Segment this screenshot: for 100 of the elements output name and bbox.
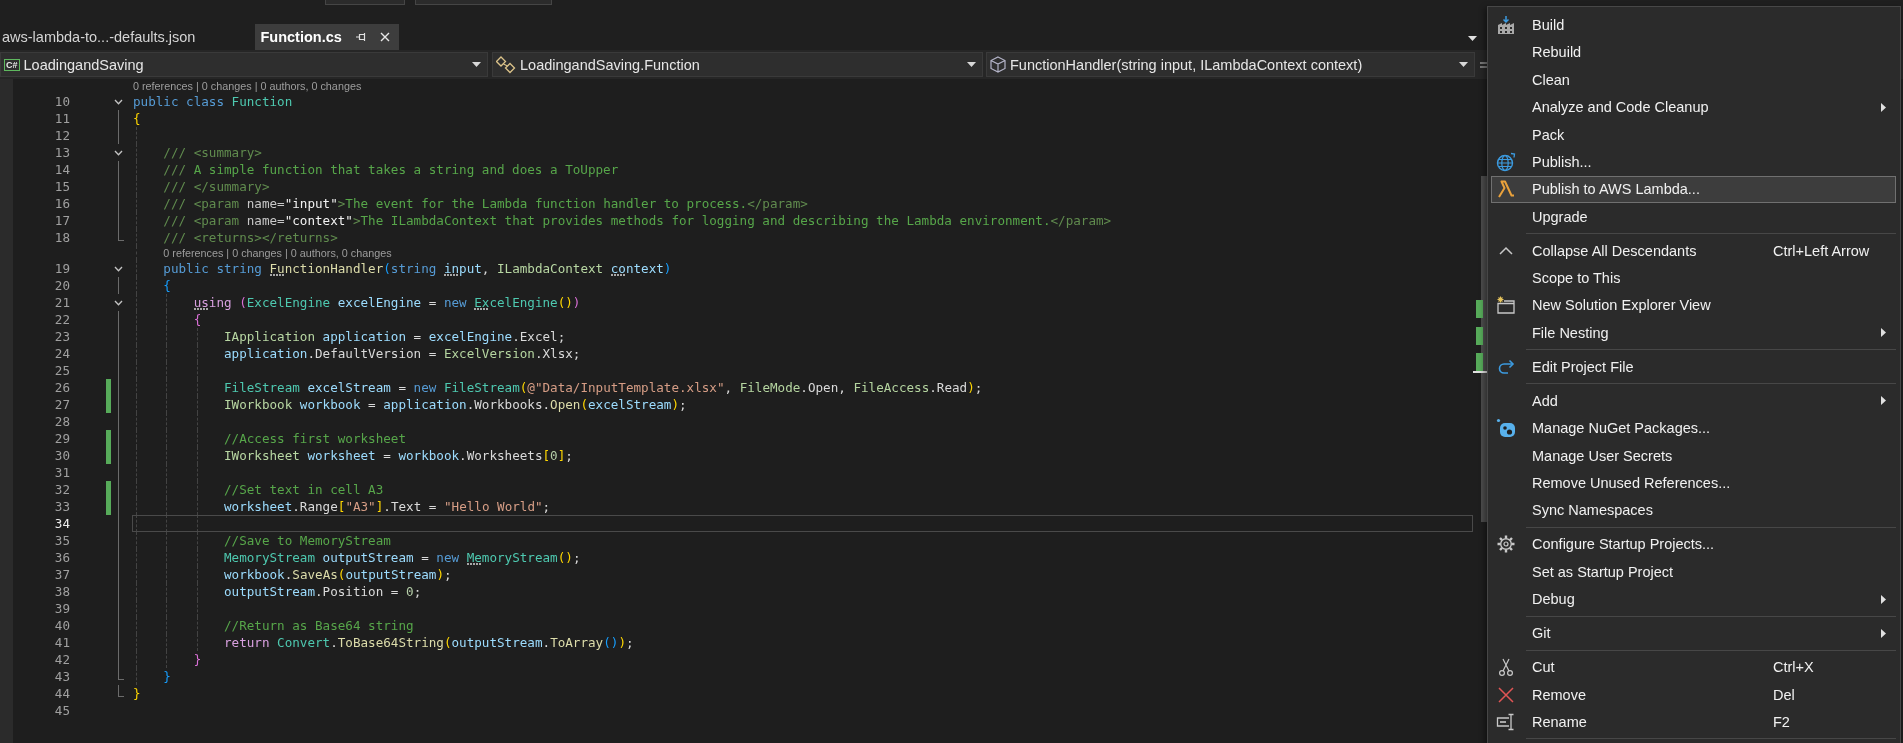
- factory-arrow-icon: [1496, 15, 1516, 35]
- line-number: 16: [54, 195, 70, 212]
- shortcut-text: Del: [1773, 686, 1795, 703]
- code-line: MemoryStream outputStream = new MemoryStream();: [224, 549, 581, 566]
- globe-icon: [1496, 151, 1516, 172]
- cube-icon: [990, 56, 1006, 73]
- codelens-info: 0 references | 0 changes | 0 authors, 0 changes: [133, 79, 362, 93]
- fold-end-line: [118, 685, 124, 697]
- code-line: /// A simple function that takes a string and does a ToUpper: [163, 161, 619, 178]
- menu-item[interactable]: Pack: [1491, 120, 1896, 149]
- fold-guide-line: [118, 277, 119, 294]
- menu-item[interactable]: Collapse All Descendants Ctrl+Left Arrow: [1491, 237, 1896, 265]
- window-sparkle-icon: [1496, 295, 1516, 316]
- menu-item[interactable]: Publish to AWS Lambda...: [1491, 175, 1896, 204]
- menu-item[interactable]: Remove Del: [1491, 680, 1896, 709]
- pin-icon[interactable]: [355, 32, 367, 42]
- project-dropdown[interactable]: C# LoadingandSaving: [0, 52, 488, 77]
- line-number: 20: [54, 277, 70, 294]
- line-number: 42: [54, 651, 70, 668]
- code-line: }: [193, 651, 202, 668]
- gear-icon: [1496, 534, 1516, 555]
- menu-item[interactable]: Build: [1491, 11, 1896, 39]
- line-number: 15: [54, 178, 70, 195]
- text-field-cursor-icon: [1496, 711, 1516, 732]
- menu-item[interactable]: Analyze and Code Cleanup: [1491, 93, 1896, 121]
- line-number: 10: [54, 93, 70, 110]
- fold-end-line: [118, 668, 124, 680]
- class-dropdown[interactable]: LoadingandSaving.Function: [492, 52, 983, 77]
- member-dropdown[interactable]: FunctionHandler(string input, ILambdaContext context): [986, 52, 1475, 77]
- menu-item[interactable]: Add: [1491, 387, 1896, 415]
- caret-down-icon: [967, 62, 976, 67]
- caret-down-icon: [472, 62, 481, 67]
- line-number: 33: [54, 498, 70, 515]
- code-line: /// </summary>: [163, 178, 270, 195]
- code-line: }: [133, 685, 141, 702]
- menu-item[interactable]: Set as Startup Project: [1491, 558, 1896, 586]
- shortcut-text: Ctrl+Left Arrow: [1773, 242, 1870, 259]
- line-number: 30: [54, 447, 70, 464]
- chevron-down-icon[interactable]: [114, 149, 123, 156]
- menu-item[interactable]: Manage User Secrets: [1491, 441, 1896, 470]
- chevron-down-icon[interactable]: [114, 98, 123, 105]
- menu-item[interactable]: Sync Namespaces: [1491, 496, 1896, 525]
- chevron-down-icon[interactable]: [114, 265, 123, 272]
- line-number: 18: [54, 229, 70, 246]
- line-number: 35: [54, 532, 70, 549]
- line-number: 17: [54, 212, 70, 229]
- chevron-down-icon[interactable]: [114, 299, 123, 306]
- document-tab[interactable]: aws-lambda-to...-defaults.json: [0, 24, 254, 50]
- code-line: IWorksheet worksheet = workbook.Worksheets[0];: [224, 447, 573, 464]
- code-line: //Save to MemoryStream: [224, 532, 391, 549]
- code-line: }: [163, 668, 171, 685]
- menu-item[interactable]: Rebuild: [1491, 38, 1896, 67]
- caret-down-icon[interactable]: [1468, 36, 1477, 41]
- code-line: IWorkbook workbook = application.Workbooks.Open(excelStream);: [224, 396, 687, 413]
- line-number: 25: [54, 362, 70, 379]
- code-line: //Set text in cell A3: [224, 481, 384, 498]
- menu-item[interactable]: Git: [1491, 619, 1896, 647]
- splitter-icon[interactable]: [1480, 61, 1487, 68]
- menu-item[interactable]: Clean: [1491, 66, 1896, 94]
- menu-item[interactable]: Upgrade: [1491, 203, 1896, 231]
- scrollbar-thumb[interactable]: [1481, 176, 1487, 522]
- project-type-badge: C#: [4, 58, 20, 71]
- menu-item[interactable]: Edit Project File: [1491, 353, 1896, 381]
- code-line: public string FunctionHandler(string input, ILambdaContext context): [163, 260, 672, 277]
- line-number: 24: [54, 345, 70, 362]
- code-line: application.DefaultVersion = ExcelVersion.Xlsx;: [224, 345, 581, 362]
- code-line: return Convert.ToBase64String(outputStream.ToArray());: [224, 634, 634, 651]
- line-number: 40: [54, 617, 70, 634]
- fold-end-line: [118, 229, 124, 241]
- document-tab[interactable]: Function.cs: [255, 24, 399, 50]
- dotted-blob-icon: [1496, 418, 1516, 439]
- line-number: 32: [54, 481, 70, 498]
- line-number: 45: [54, 702, 70, 719]
- code-line: /// <returns></returns>: [163, 229, 338, 246]
- shortcut-text: F2: [1773, 713, 1790, 730]
- menu-item[interactable]: Debug: [1491, 585, 1896, 613]
- line-number: 23: [54, 328, 70, 345]
- line-number: 14: [54, 161, 70, 178]
- menu-item[interactable]: File Nesting: [1491, 319, 1896, 347]
- linked-diamonds-icon: [496, 55, 516, 74]
- line-number: 39: [54, 600, 70, 617]
- close-icon[interactable]: [379, 32, 390, 42]
- menu-item[interactable]: Scope to This: [1491, 264, 1896, 292]
- menu-item[interactable]: Remove Unused References...: [1491, 469, 1896, 497]
- line-number: 13: [54, 144, 70, 161]
- line-number: 19: [54, 260, 70, 277]
- codelens-info: 0 references | 0 changes | 0 authors, 0 changes: [163, 246, 392, 260]
- menu-item[interactable]: Configure Startup Projects...: [1491, 530, 1896, 559]
- menu-item[interactable]: Manage NuGet Packages...: [1491, 414, 1896, 442]
- line-number: 22: [54, 311, 70, 328]
- menu-item[interactable]: Publish...: [1491, 148, 1896, 176]
- code-line: /// <param name="input">The event for the Lambda function handler to process.</param>: [163, 195, 808, 212]
- line-number: 41: [54, 634, 70, 651]
- menu-item[interactable]: Rename F2: [1491, 708, 1896, 736]
- line-number: 36: [54, 549, 70, 566]
- code-line: worksheet.Range["A3"].Text = "Hello World";: [224, 498, 551, 515]
- menu-item[interactable]: New Solution Explorer View: [1491, 291, 1896, 320]
- code-line: //Access first worksheet: [224, 430, 406, 447]
- line-number: 27: [54, 396, 70, 413]
- menu-item[interactable]: Cut Ctrl+X: [1491, 653, 1896, 681]
